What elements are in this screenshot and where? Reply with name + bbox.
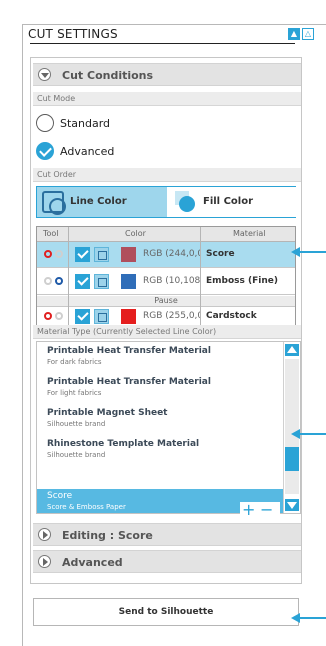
scroll-track[interactable]	[285, 359, 299, 494]
list-item[interactable]: Printable Heat Transfer Material For dar…	[37, 344, 283, 372]
fill-color-icon	[175, 191, 195, 213]
table-header: Tool Color Material	[37, 227, 295, 242]
tab-fill-color-label: Fill Color	[203, 196, 254, 207]
material-item-desc: Silhouette brand	[47, 451, 106, 459]
panel-title: CUT SETTINGS	[28, 27, 118, 41]
material-name: Score	[206, 249, 235, 259]
advanced-label[interactable]: Advanced	[60, 145, 114, 158]
tab-line-color-label: Line Color	[70, 196, 127, 207]
material-scrollbar[interactable]	[283, 342, 300, 513]
material-item-name: Printable Heat Transfer Material	[47, 377, 211, 387]
tool2-indicator	[55, 250, 63, 258]
list-item[interactable]: Printable Heat Transfer Material For lig…	[37, 375, 283, 403]
color-swatch	[121, 247, 136, 262]
tool1-indicator	[44, 312, 52, 320]
table-row[interactable]: RGB (244,0,0) Score	[37, 242, 295, 268]
document-icon	[94, 274, 109, 289]
send-to-silhouette-button[interactable]: Send to Silhouette	[33, 598, 299, 626]
material-item-name: Rhinestone Template Material	[47, 439, 200, 449]
column-divider	[68, 227, 69, 325]
tool1-indicator	[44, 277, 52, 285]
advanced-radio[interactable]	[36, 142, 54, 160]
row-checkbox[interactable]	[75, 309, 90, 324]
cut-order-subheader: Cut Order	[33, 168, 301, 182]
advanced-header[interactable]: Advanced	[33, 550, 301, 573]
table-row[interactable]: RGB (10,108,255) Emboss (Fine)	[37, 269, 295, 295]
scroll-down-icon[interactable]	[285, 499, 299, 511]
screen: CUT SETTINGS ▲ △ Cut Conditions Cut Mode…	[0, 0, 326, 646]
list-item[interactable]: Printable Magnet Sheet Silhouette brand	[37, 406, 283, 434]
color-swatch	[121, 309, 136, 324]
line-color-icon	[42, 191, 66, 215]
standard-radio[interactable]	[36, 114, 54, 132]
tab-fill-color[interactable]: Fill Color	[167, 187, 296, 217]
rgb-value: RGB (255,0,0)	[143, 311, 201, 321]
tool1-indicator	[44, 250, 52, 258]
chevron-right-icon	[38, 528, 51, 541]
material-name: Cardstock	[206, 311, 257, 321]
scroll-up-icon[interactable]	[285, 344, 299, 356]
header-divider	[30, 43, 295, 44]
list-item[interactable]: Rhinestone Template Material Silhouette …	[37, 437, 283, 465]
editing-score-header[interactable]: Editing : Score	[33, 523, 301, 546]
editing-score-label: Editing : Score	[62, 529, 153, 542]
document-icon	[94, 247, 109, 262]
cut-order-table: Tool Color Material RGB (244,0,0) Score …	[36, 226, 296, 326]
material-list: Printable Heat Transfer Material For dar…	[36, 341, 301, 514]
chevron-right-icon	[38, 555, 51, 568]
material-item-desc: For dark fabrics	[47, 358, 102, 366]
rgb-value: RGB (10,108,255)	[143, 276, 201, 286]
material-item-desc: Score & Emboss Paper	[47, 503, 126, 511]
header-material: Material	[233, 229, 266, 238]
remove-material-button[interactable]: −	[260, 502, 273, 518]
cut-conditions-header[interactable]: Cut Conditions	[33, 63, 301, 86]
add-remove-controls: + −	[240, 502, 280, 518]
table-row[interactable]: RGB (255,0,0) Cardstock	[37, 308, 295, 325]
material-item-desc: Silhouette brand	[47, 420, 106, 428]
callout-line	[299, 251, 326, 253]
material-name: Emboss (Fine)	[206, 276, 278, 286]
header-tool: Tool	[43, 229, 59, 238]
material-type-subheader: Material Type (Currently Selected Line C…	[33, 325, 301, 339]
pause-row[interactable]: Pause	[37, 296, 295, 307]
document-icon	[94, 309, 109, 324]
tool2-indicator	[55, 312, 63, 320]
color-swatch	[121, 274, 136, 289]
advanced-section-label: Advanced	[62, 556, 123, 569]
rgb-value: RGB (244,0,0)	[143, 249, 201, 259]
expand-panel-button[interactable]: ▲	[288, 28, 300, 40]
cut-conditions-label: Cut Conditions	[62, 69, 154, 82]
add-material-button[interactable]: +	[242, 502, 255, 518]
tool2-indicator	[55, 277, 63, 285]
scroll-thumb[interactable]	[285, 447, 299, 471]
row-checkbox[interactable]	[75, 247, 90, 262]
chevron-down-icon	[38, 68, 51, 81]
color-tabs: Line Color Fill Color	[36, 186, 296, 218]
collapse-panel-button[interactable]: △	[302, 28, 314, 40]
panel-header: CUT SETTINGS	[22, 24, 326, 44]
material-item-desc: For light fabrics	[47, 389, 102, 397]
standard-label[interactable]: Standard	[60, 117, 110, 130]
column-divider	[200, 227, 201, 325]
callout-line	[299, 617, 326, 619]
row-checkbox[interactable]	[75, 274, 90, 289]
material-item-name: Printable Magnet Sheet	[47, 408, 168, 418]
tab-line-color[interactable]: Line Color	[37, 187, 167, 217]
callout-line	[299, 433, 326, 435]
cut-mode-subheader: Cut Mode	[33, 92, 301, 106]
material-item-name: Score	[47, 491, 73, 501]
material-item-name: Printable Heat Transfer Material	[47, 346, 211, 356]
header-color: Color	[125, 229, 146, 238]
